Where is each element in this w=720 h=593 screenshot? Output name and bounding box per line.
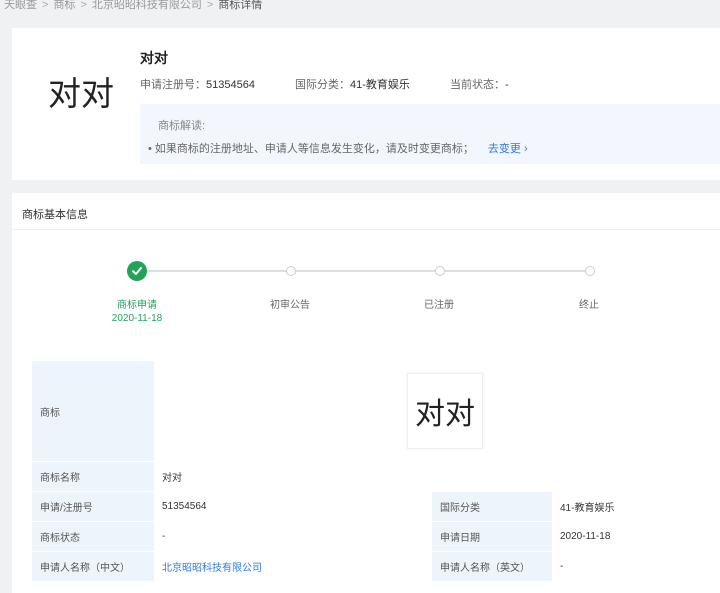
step-pending-dot xyxy=(435,266,445,276)
basic-info-card: 商标基本信息 商标申请 2020-11-18 初审公告 已注册 终止 商标 对对… xyxy=(12,193,720,593)
apply-date-value: 2020-11-18 xyxy=(552,521,720,552)
trademark-info-table: 商标 对对 商标名称 对对 申请/注册号 51354564 国际分类 41-教育… xyxy=(32,361,720,582)
step-date-apply: 2020-11-18 xyxy=(111,313,163,324)
status-timeline: 商标申请 2020-11-18 初审公告 已注册 终止 xyxy=(12,193,720,353)
trademark-interpretation-box: 商标解读: • 如果商标的注册地址、申请人等信息发生变化，请及时变更商标； 去变更… xyxy=(140,104,720,164)
applicant-cn-label: 申请人名称（中文） xyxy=(32,551,154,582)
interpretation-tip-text: • 如果商标的注册地址、申请人等信息发生变化，请及时变更商标； xyxy=(148,143,474,155)
interpretation-title: 商标解读: xyxy=(158,120,206,132)
breadcrumb-separator: > xyxy=(42,0,49,11)
step-done-check-icon xyxy=(127,261,147,281)
applicant-en-label: 申请人名称（英文） xyxy=(432,551,552,582)
table-row: 申请人名称（中文） 北京昭昭科技有限公司 申请人名称（英文） - xyxy=(32,551,720,582)
step-pending-dot xyxy=(585,266,595,276)
table-row: 商标状态 - 申请日期 2020-11-18 xyxy=(32,521,720,552)
reg-number-meta: 申请注册号：51354564 xyxy=(140,76,255,92)
breadcrumb-current: 商标详情 xyxy=(218,0,263,11)
status-label: 当前状态： xyxy=(450,79,505,91)
reg-label: 申请/注册号 xyxy=(32,491,154,522)
logo-label: 商标 xyxy=(32,361,154,462)
step-pending-dot xyxy=(286,266,296,276)
tm-status-value: - xyxy=(154,521,432,552)
step-label-registered: 已注册 xyxy=(424,300,454,311)
applicant-en-value: - xyxy=(552,551,720,582)
change-link[interactable]: 去变更 › xyxy=(488,143,528,155)
timeline-line xyxy=(296,270,437,272)
applicant-cn-cell: 北京昭昭科技有限公司 xyxy=(154,551,432,582)
class-value: 41-教育娱乐 xyxy=(350,79,410,91)
step-label-apply: 商标申请 xyxy=(117,300,157,311)
applicant-cn-link[interactable]: 北京昭昭科技有限公司 xyxy=(162,563,262,574)
breadcrumb-home[interactable]: 天眼查 xyxy=(4,0,37,11)
breadcrumb-trademark[interactable]: 商标 xyxy=(53,0,75,11)
timeline-line xyxy=(147,270,287,272)
trademark-image: 对对 xyxy=(407,373,483,449)
table-row: 申请/注册号 51354564 国际分类 41-教育娱乐 xyxy=(32,491,720,522)
name-value: 对对 xyxy=(154,461,720,492)
reg-number-label: 申请注册号： xyxy=(140,79,206,91)
interpretation-tip: • 如果商标的注册地址、申请人等信息发生变化，请及时变更商标； 去变更 › xyxy=(148,140,528,156)
trademark-name: 对对 xyxy=(140,50,168,66)
reg-number-value: 51354564 xyxy=(206,79,255,91)
logo-cell: 对对 xyxy=(154,361,720,462)
status-meta: 当前状态：- xyxy=(450,76,509,92)
apply-date-label: 申请日期 xyxy=(432,521,552,552)
breadcrumb-separator: > xyxy=(206,0,214,11)
tm-status-label: 商标状态 xyxy=(32,521,154,552)
step-label-preliminary: 初审公告 xyxy=(270,300,310,311)
trademark-logo: 对对 xyxy=(48,77,114,113)
name-label: 商标名称 xyxy=(32,461,154,492)
class-meta: 国际分类：41-教育娱乐 xyxy=(295,76,410,92)
trademark-header-card: 对对 对对 申请注册号：51354564 国际分类：41-教育娱乐 当前状态：-… xyxy=(12,28,720,180)
intl-class-label: 国际分类 xyxy=(432,491,552,522)
table-row: 商标名称 对对 xyxy=(32,461,720,492)
reg-value: 51354564 xyxy=(154,491,432,522)
status-value: - xyxy=(505,79,509,91)
breadcrumb-company[interactable]: 北京昭昭科技有限公司 xyxy=(92,0,202,11)
breadcrumb-separator: > xyxy=(80,0,87,11)
class-label: 国际分类： xyxy=(295,79,350,91)
table-row: 商标 对对 xyxy=(32,361,720,462)
intl-class-value: 41-教育娱乐 xyxy=(552,491,720,522)
timeline-line xyxy=(445,270,586,272)
step-label-terminated: 终止 xyxy=(579,300,599,311)
breadcrumb: 天眼查 > 商标 > 北京昭昭科技有限公司 > 商标详情 xyxy=(4,0,262,12)
